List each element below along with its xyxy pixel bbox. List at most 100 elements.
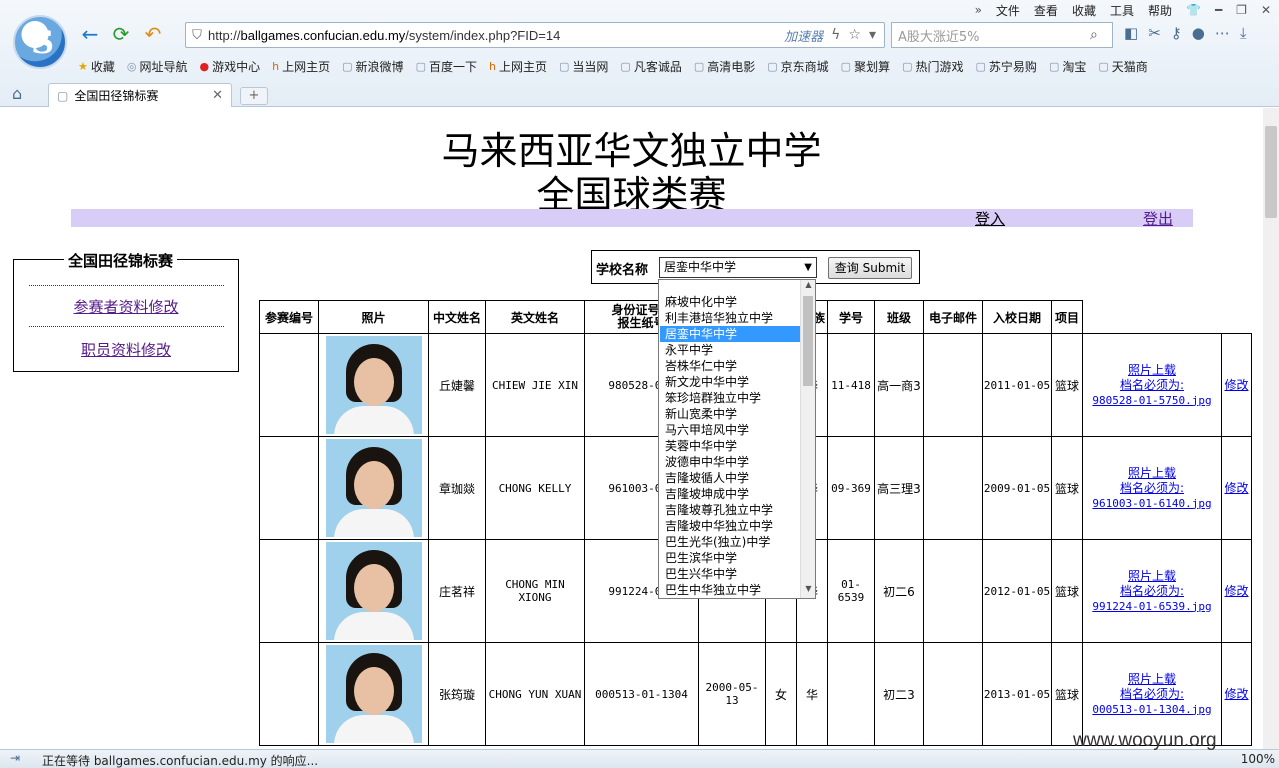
url-text[interactable]: http://ballgames.confucian.edu.my/system… bbox=[208, 28, 784, 43]
filename-hint-link[interactable]: 档名必须为: bbox=[1120, 584, 1184, 598]
page-scroll-thumb[interactable] bbox=[1265, 126, 1277, 218]
star-icon[interactable]: ☆ bbox=[848, 27, 861, 43]
dropdown-option[interactable]: 吉隆坡坤成中学 bbox=[660, 486, 800, 502]
menu-tools[interactable]: 工具 bbox=[1110, 2, 1134, 19]
dropdown-option[interactable]: 马六甲培风中学 bbox=[660, 422, 800, 438]
bookmark-item[interactable]: ▢ 苏宁易购 bbox=[976, 58, 1037, 75]
panel-toggle-icon[interactable]: ⇥ bbox=[10, 751, 20, 765]
bookmark-item[interactable]: ▢ 热门游戏 bbox=[902, 58, 963, 75]
search-icon[interactable]: ⌕ bbox=[1090, 27, 1112, 43]
dropdown-option[interactable]: 新山宽柔中学 bbox=[660, 406, 800, 422]
logout-link[interactable]: 登出 bbox=[1143, 208, 1173, 229]
edit-link[interactable]: 修改 bbox=[1224, 584, 1248, 598]
dropdown-option[interactable]: 居銮中华中学 bbox=[660, 326, 800, 342]
dropdown-option[interactable]: 利丰港培华独立中学 bbox=[660, 310, 800, 326]
edit-link[interactable]: 修改 bbox=[1224, 687, 1248, 701]
bookmark-item[interactable]: h 上网主页 bbox=[272, 58, 330, 75]
dropdown-scrollbar[interactable]: ▲ ▼ bbox=[800, 280, 815, 598]
close-icon[interactable]: ✕ bbox=[212, 88, 223, 103]
bookmark-item[interactable]: ▢ 天猫商 bbox=[1098, 58, 1147, 75]
chevron-down-icon[interactable]: ▼ bbox=[804, 258, 812, 277]
minimize-icon[interactable]: ━ bbox=[1215, 3, 1222, 17]
filename-hint-link[interactable]: 档名必须为: bbox=[1120, 687, 1184, 701]
refresh-icon[interactable]: ⟳ bbox=[108, 22, 134, 46]
scissors-icon[interactable]: ✂ bbox=[1148, 24, 1161, 42]
dropdown-option[interactable]: 巴生中华独立中学 bbox=[660, 582, 800, 598]
bookmark-item[interactable]: ▢ 新浪微博 bbox=[342, 58, 403, 75]
scroll-up-icon[interactable]: ▲ bbox=[801, 280, 816, 294]
dropdown-option[interactable] bbox=[660, 278, 800, 294]
zoom-level[interactable]: 100% bbox=[1241, 752, 1275, 766]
filename-hint-link[interactable]: 档名必须为: bbox=[1120, 378, 1184, 392]
back-arrow-icon[interactable]: ← bbox=[77, 22, 103, 46]
menu-favorites[interactable]: 收藏 bbox=[1072, 2, 1096, 19]
scroll-down-icon[interactable]: ▼ bbox=[801, 584, 816, 598]
extension-icon[interactable]: ◧ bbox=[1124, 24, 1138, 42]
menu-dots-icon[interactable]: ⋯ bbox=[1215, 24, 1230, 42]
filename-link[interactable]: 961003-01-6140.jpg bbox=[1092, 497, 1211, 510]
dropdown-option[interactable]: 波德申中华中学 bbox=[660, 454, 800, 470]
school-dropdown-list[interactable]: 麻坡中化中学 利丰港培华独立中学 居銮中华中学 永平中学 峇株华仁中学 新文龙中华中学 笨珍… bbox=[658, 279, 816, 599]
dropdown-option[interactable]: 巴生滨华中学 bbox=[660, 550, 800, 566]
more-icon[interactable]: » bbox=[975, 3, 982, 17]
bookmark-item[interactable]: ▢ 淘宝 bbox=[1049, 58, 1086, 75]
photo-upload-link[interactable]: 照片上载 bbox=[1128, 363, 1176, 377]
dropdown-option[interactable]: 巴生兴华中学 bbox=[660, 566, 800, 582]
dropdown-option[interactable]: 笨珍培群独立中学 bbox=[660, 390, 800, 406]
search-box[interactable]: A股大涨近5% ⌕ bbox=[891, 22, 1113, 48]
filename-link[interactable]: 000513-01-1304.jpg bbox=[1092, 703, 1211, 716]
new-tab-button[interactable]: + bbox=[240, 87, 268, 105]
submit-button[interactable]: 查询 Submit bbox=[828, 257, 912, 279]
menu-file[interactable]: 文件 bbox=[996, 2, 1020, 19]
bookmark-item[interactable]: ▢ 凡客诚品 bbox=[620, 58, 681, 75]
filename-hint-link[interactable]: 档名必须为: bbox=[1120, 481, 1184, 495]
bookmark-item[interactable]: h 上网主页 bbox=[489, 58, 547, 75]
school-select[interactable]: 居銮中华中学 ▼ bbox=[659, 257, 817, 278]
edit-link[interactable]: 修改 bbox=[1224, 378, 1248, 392]
dropdown-arrow-icon[interactable]: ▾ bbox=[869, 27, 876, 43]
page-scrollbar[interactable] bbox=[1263, 108, 1279, 749]
restore-icon[interactable]: ❐ bbox=[1236, 3, 1247, 17]
dropdown-option[interactable]: 新文龙中华中学 bbox=[660, 374, 800, 390]
dropdown-option[interactable]: 吉隆坡中华独立中学 bbox=[660, 518, 800, 534]
filename-link[interactable]: 991224-01-6539.jpg bbox=[1092, 600, 1211, 613]
bookmark-item[interactable]: ● 游戏中心 bbox=[200, 58, 261, 75]
tab-active[interactable]: ▢ 全国田径锦标赛 ✕ bbox=[48, 83, 232, 107]
login-link[interactable]: 登入 bbox=[975, 208, 1005, 229]
dropdown-scroll-thumb[interactable] bbox=[803, 296, 813, 386]
browser-logo-icon[interactable]: S bbox=[13, 15, 67, 69]
dropdown-option[interactable]: 芙蓉中华中学 bbox=[660, 438, 800, 454]
bookmark-item[interactable]: ▢ 聚划算 bbox=[841, 58, 890, 75]
participant-edit-link[interactable]: 参赛者资料修改 bbox=[14, 296, 238, 317]
dropdown-option[interactable]: 吉隆坡循人中学 bbox=[660, 470, 800, 486]
dropdown-option[interactable]: 吉隆坡尊孔独立中学 bbox=[660, 502, 800, 518]
download-icon[interactable]: ⤓ bbox=[1240, 24, 1247, 42]
undo-icon[interactable]: ↶ bbox=[140, 22, 166, 46]
close-window-icon[interactable]: ✕ bbox=[1261, 3, 1271, 17]
bookmark-item[interactable]: ▢ 京东商城 bbox=[767, 58, 828, 75]
bookmark-item[interactable]: ▢ 高清电影 bbox=[694, 58, 755, 75]
menu-help[interactable]: 帮助 bbox=[1148, 2, 1172, 19]
photo-upload-link[interactable]: 照片上载 bbox=[1128, 672, 1176, 686]
dropdown-option[interactable]: 永平中学 bbox=[660, 342, 800, 358]
filename-link[interactable]: 980528-01-5750.jpg bbox=[1092, 394, 1211, 407]
staff-edit-link[interactable]: 职员资料修改 bbox=[14, 339, 238, 360]
dropdown-option[interactable]: 巴生光华(独立)中学 bbox=[660, 534, 800, 550]
bookmark-item[interactable]: ◎ 网址导航 bbox=[127, 58, 188, 75]
edit-link[interactable]: 修改 bbox=[1224, 481, 1248, 495]
bolt-icon[interactable]: ϟ bbox=[831, 27, 840, 43]
bookmark-item[interactable]: ★ 收藏 bbox=[78, 58, 115, 75]
photo-upload-link[interactable]: 照片上载 bbox=[1128, 569, 1176, 583]
dropdown-option[interactable]: 峇株华仁中学 bbox=[660, 358, 800, 374]
key-icon[interactable]: ⚷ bbox=[1171, 24, 1182, 42]
photo-upload-link[interactable]: 照片上载 bbox=[1128, 466, 1176, 480]
chat-icon[interactable]: ● bbox=[1192, 24, 1205, 42]
menu-view[interactable]: 查看 bbox=[1034, 2, 1058, 19]
home-icon[interactable]: ⌂ bbox=[12, 84, 22, 103]
address-bar[interactable]: ⛉ http://ballgames.confucian.edu.my/syst… bbox=[185, 22, 885, 48]
bookmark-item[interactable]: ▢ 当当网 bbox=[559, 58, 608, 75]
dropdown-option[interactable]: 麻坡中化中学 bbox=[660, 294, 800, 310]
accelerator-label[interactable]: 加速器 bbox=[784, 26, 823, 45]
shirt-icon[interactable]: 👕 bbox=[1186, 3, 1201, 17]
bookmark-item[interactable]: ▢ 百度一下 bbox=[416, 58, 477, 75]
